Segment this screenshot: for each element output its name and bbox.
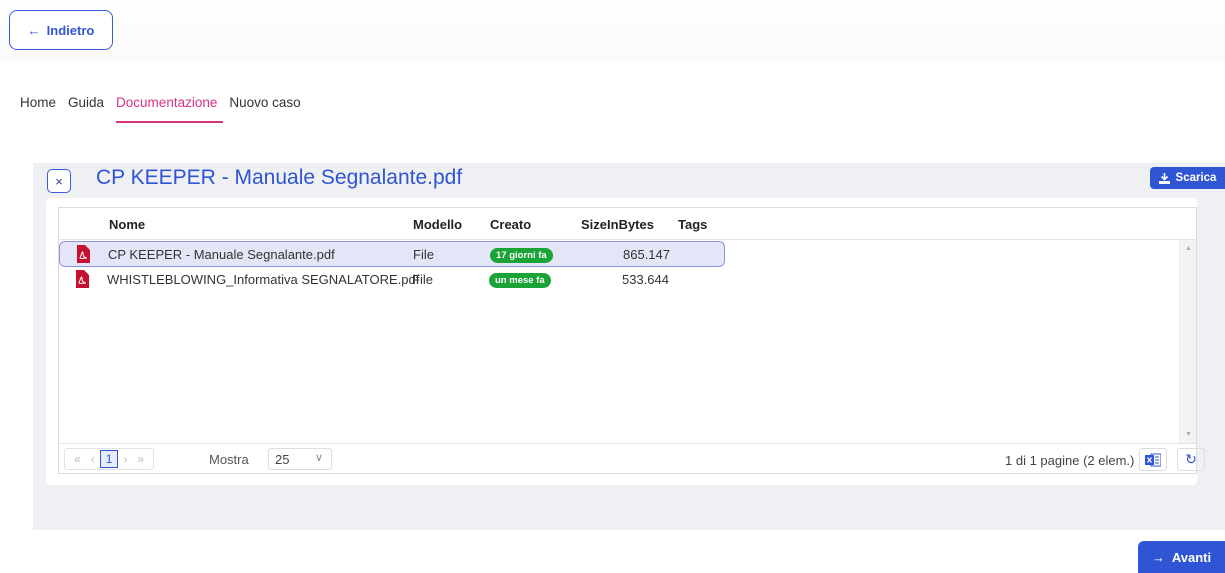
prev-page-button[interactable]: ‹	[86, 452, 100, 466]
tab-guida[interactable]: Guida	[68, 95, 110, 123]
download-button[interactable]: Scarica	[1150, 167, 1225, 189]
row-name: WHISTLEBLOWING_Informativa SEGNALATORE.p…	[107, 272, 420, 287]
back-button-label: Indietro	[46, 22, 95, 38]
column-header-creato[interactable]: Creato	[490, 217, 531, 232]
document-panel: × CP KEEPER - Manuale Segnalante.pdf Sca…	[33, 163, 1225, 530]
next-page-button[interactable]: ›	[118, 452, 132, 466]
close-button[interactable]: ×	[47, 169, 71, 193]
pdf-icon	[77, 245, 90, 263]
excel-icon	[1145, 453, 1161, 466]
arrow-right-icon: →	[1151, 549, 1165, 565]
download-icon	[1158, 172, 1170, 184]
refresh-icon: ↻	[1185, 451, 1197, 467]
tab-home[interactable]: Home	[20, 95, 62, 123]
nav-tabs: Home Guida Documentazione Nuovo caso	[20, 95, 313, 123]
scroll-down-icon[interactable]: ▼	[1185, 431, 1192, 438]
table-row[interactable]: WHISTLEBLOWING_Informativa SEGNALATORE.p…	[59, 267, 725, 293]
last-page-button[interactable]: »	[132, 452, 149, 466]
document-title: CP KEEPER - Manuale Segnalante.pdf	[96, 166, 463, 189]
scroll-up-icon[interactable]: ▲	[1185, 245, 1192, 252]
pager-buttons: « ‹ 1 › »	[64, 448, 155, 470]
row-size: 533.644	[622, 272, 669, 287]
refresh-button[interactable]: ↻	[1177, 448, 1205, 471]
back-button[interactable]: ← Indietro	[9, 10, 113, 50]
first-page-button[interactable]: «	[69, 452, 86, 466]
tab-nuovo-caso[interactable]: Nuovo caso	[229, 95, 306, 123]
page-size-value: 25	[275, 452, 290, 467]
current-page-button[interactable]: 1	[99, 450, 119, 468]
pager-info: 1 di 1 pagine (2 elem.)	[1005, 453, 1135, 468]
page: ← Indietro Home Guida Documentazione Nuo…	[0, 0, 1225, 573]
created-badge: un mese fa	[489, 273, 551, 288]
pdf-icon	[76, 270, 89, 288]
vertical-scrollbar[interactable]: ▲ ▼	[1179, 240, 1196, 443]
arrow-left-icon: ←	[27, 22, 41, 38]
row-model: File	[413, 247, 434, 262]
grid-header: Nome Modello Creato SizeInBytes Tags	[59, 208, 1196, 240]
export-excel-button[interactable]	[1139, 448, 1167, 471]
column-header-modello[interactable]: Modello	[413, 217, 462, 232]
download-button-label: Scarica	[1175, 172, 1217, 184]
column-header-sizeinbytes[interactable]: SizeInBytes	[581, 217, 654, 232]
next-button[interactable]: → Avanti	[1138, 541, 1225, 573]
next-button-label: Avanti	[1171, 549, 1212, 565]
table-row[interactable]: CP KEEPER - Manuale Segnalante.pdf File …	[59, 241, 725, 267]
file-grid: Nome Modello Creato SizeInBytes Tags CP …	[58, 207, 1205, 474]
chevron-down-icon: ∨	[314, 452, 323, 464]
created-badge: 17 giorni fa	[490, 248, 553, 263]
page-size-label: Mostra	[209, 452, 249, 467]
row-name: CP KEEPER - Manuale Segnalante.pdf	[108, 247, 335, 262]
row-model: File	[412, 272, 433, 287]
page-size-select[interactable]: 25 ∨	[268, 448, 332, 470]
pager: « ‹ 1 › » Mostra 25 ∨ 1 di 1 pagine (2 e…	[59, 443, 1205, 474]
top-bar	[0, 0, 1225, 60]
column-header-nome[interactable]: Nome	[109, 217, 145, 232]
row-size: 865.147	[623, 247, 670, 262]
grid-card: Nome Modello Creato SizeInBytes Tags CP …	[46, 198, 1205, 485]
tab-documentazione[interactable]: Documentazione	[116, 95, 224, 123]
column-header-tags[interactable]: Tags	[678, 217, 707, 232]
